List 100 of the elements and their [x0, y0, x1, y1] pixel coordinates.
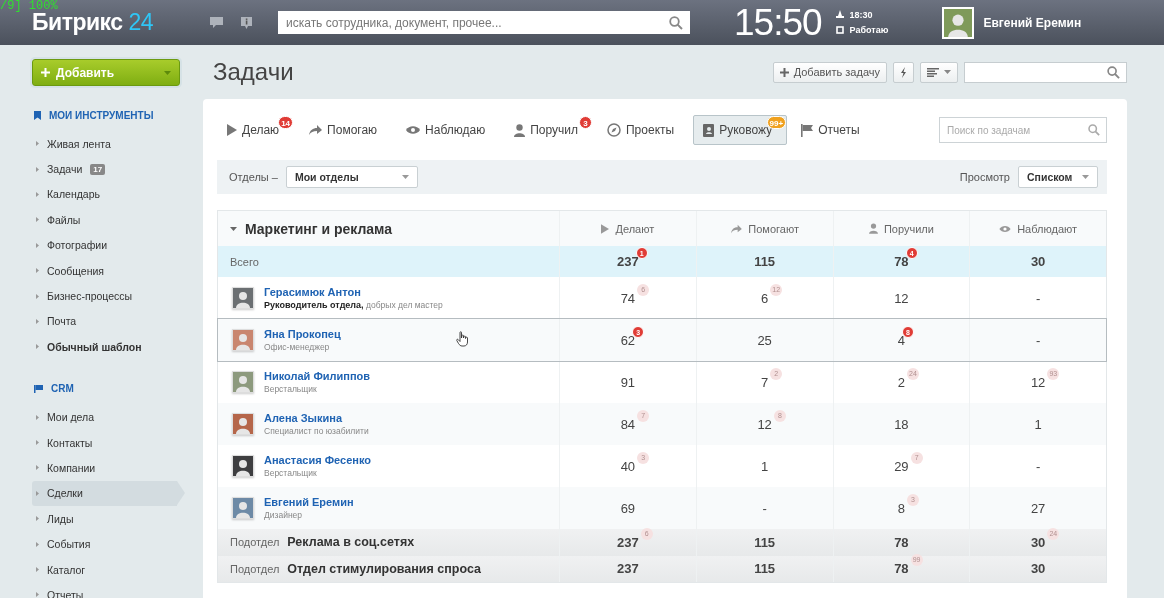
stop-icon [835, 26, 844, 34]
sidebar-item[interactable]: Живая лента [32, 131, 192, 157]
bullet-icon [36, 440, 39, 446]
avatar [232, 455, 254, 477]
cell-value: 237 [617, 561, 639, 577]
cell-value: 1 [1034, 416, 1042, 432]
bookmark-icon [34, 110, 41, 120]
tab[interactable]: Поручил 3 [504, 115, 593, 145]
bullet-icon [36, 217, 39, 223]
subdepartment-name[interactable]: Реклама в соц.сетях [287, 535, 415, 550]
collapse-icon[interactable] [230, 226, 237, 231]
sidebar-label: Файлы [47, 213, 81, 226]
cell-value: - [1035, 332, 1041, 348]
list-menu-button[interactable] [920, 61, 958, 83]
search-field[interactable]: искать сотрудника, документ, прочее... [278, 11, 690, 34]
sidebar-label: Лиды [47, 512, 74, 525]
view-select[interactable]: Списком [1018, 166, 1098, 188]
person-icon [514, 123, 526, 137]
person-role: Специалист по юзабилити [264, 426, 369, 436]
sidebar-item[interactable]: Мои дела [32, 404, 192, 430]
sidebar-item[interactable]: Компании [32, 455, 192, 481]
sidebar-item[interactable]: Сообщения [32, 257, 192, 284]
search-field[interactable] [964, 61, 1127, 83]
row-label: Подотдел [230, 562, 280, 575]
cell-value: 1 [761, 458, 769, 474]
bullet-icon [36, 344, 39, 350]
user-name[interactable]: Евгений Еремин [983, 15, 1082, 30]
bullet-icon [36, 516, 39, 522]
sidebar-item[interactable]: Задачи 17 [32, 156, 192, 182]
play-icon [227, 124, 237, 136]
eye-icon [406, 125, 421, 135]
person-name[interactable]: Евгений Еремин [264, 496, 354, 508]
cell-value: 115 [754, 254, 776, 269]
add-task-button[interactable]: Добавить задачу [772, 61, 887, 83]
sidebar-item[interactable]: Бизнес-процессы [32, 283, 192, 309]
caret-icon [164, 70, 171, 75]
sidebar-item[interactable]: Каталог [32, 556, 192, 583]
tab[interactable]: Помогаю [298, 115, 393, 145]
tab[interactable]: Отчеты [791, 115, 875, 145]
alarm-time: 18:30 [849, 10, 873, 20]
info-icon[interactable] [241, 16, 252, 29]
bullet-icon [36, 268, 39, 274]
sidebar-item[interactable]: Почта [32, 308, 192, 335]
sidebar-item[interactable]: Файлы [32, 207, 192, 233]
person-icon [868, 223, 878, 234]
compass-icon [607, 123, 621, 137]
person-name[interactable]: Николай Филиппов [264, 370, 371, 382]
cell-value: 78 [894, 534, 909, 550]
person-role: Офис-менеджер [264, 342, 331, 352]
avatar [232, 413, 254, 435]
search-icon [669, 15, 683, 30]
chat-icon[interactable] [210, 16, 223, 29]
department-select[interactable]: Мои отделы [285, 166, 418, 188]
sidebar-item[interactable]: Календарь [32, 181, 192, 208]
page-title: Задачи [213, 58, 294, 86]
person-name[interactable]: Герасимюк Антон [264, 286, 443, 298]
arrow-icon [730, 223, 743, 234]
subdepartment-name[interactable]: Отдел стимулирования спроса [287, 561, 481, 576]
avatar [232, 371, 254, 393]
sidebar-item[interactable]: Обычный шаблон [32, 334, 192, 360]
column-header: Помогают [748, 222, 799, 235]
bullet-icon [36, 592, 39, 598]
lightning-button[interactable] [893, 61, 914, 83]
person-name[interactable]: Алена Зыкина [264, 412, 369, 424]
tab[interactable]: Проекты [597, 115, 690, 145]
column-header: Наблюдают [1017, 222, 1078, 235]
sidebar-item[interactable]: Фотографии [32, 232, 192, 258]
cell-value: - [1035, 458, 1041, 474]
cell-value: 12 [894, 290, 909, 306]
column-header: Делают [615, 222, 655, 235]
play-icon [601, 223, 610, 234]
plus-icon [779, 67, 789, 77]
person-name[interactable]: Анастасия Фесенко [264, 454, 371, 466]
sidebar-label: Компании [47, 462, 96, 474]
plus-icon [41, 68, 50, 77]
bullet-icon [36, 465, 39, 471]
task-search-field[interactable]: Поиск по задачам [939, 117, 1107, 143]
sidebar-label: Календарь [47, 188, 100, 201]
tab[interactable]: Наблюдаю [396, 115, 501, 145]
clock: 15:50 [734, 1, 822, 44]
sidebar-label: Контакты [47, 436, 93, 449]
work-status[interactable]: Работаю [849, 25, 889, 35]
arrow-icon [308, 124, 323, 136]
cell-value: 18 [894, 416, 909, 432]
group-title: Маркетинг и реклама [245, 220, 393, 237]
sidebar-item[interactable]: События [32, 531, 192, 557]
view-label: Просмотр [959, 171, 1010, 183]
sidebar-label: Сделки [47, 487, 83, 500]
bullet-icon [36, 242, 39, 248]
logo[interactable]: Битрикс 24 [32, 9, 210, 36]
sidebar-item[interactable]: Лиды [32, 506, 192, 532]
avatar[interactable] [942, 6, 975, 39]
sidebar-label: Каталог [47, 563, 86, 576]
sidebar-item[interactable]: Контакты [32, 429, 192, 456]
cell-value: 30 [1030, 254, 1046, 269]
sidebar-label: Задачи [47, 163, 83, 176]
bullet-icon [36, 567, 39, 573]
cell-value: 115 [754, 534, 776, 550]
caret-icon [944, 70, 951, 74]
person-name[interactable]: Яна Прокопец [264, 328, 341, 340]
